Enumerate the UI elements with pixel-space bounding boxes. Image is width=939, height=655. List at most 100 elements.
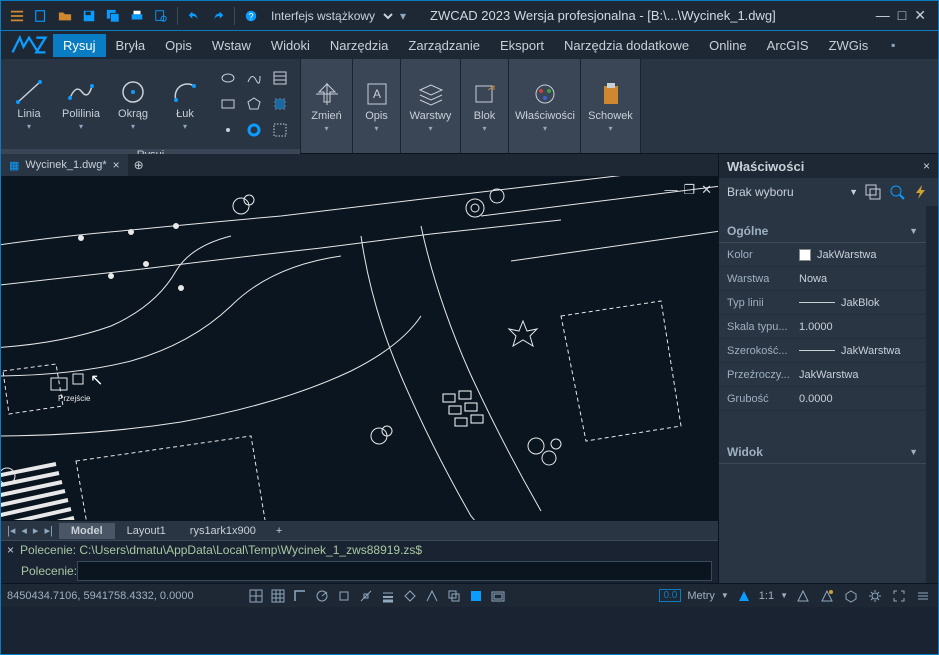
close-button[interactable]: ✕ [914, 7, 926, 24]
save-icon[interactable] [78, 5, 100, 27]
settings-icon[interactable] [866, 587, 884, 605]
tool-spline[interactable] [243, 67, 265, 89]
drawing-canvas[interactable]: — ❐ ✕ [1, 176, 718, 520]
panel-schowek[interactable]: Schowek▾ [585, 76, 636, 137]
cycle-icon[interactable] [445, 587, 463, 605]
layout-tab-rys1[interactable]: rys1ark1x900 [178, 523, 268, 539]
ann-vis-icon[interactable] [794, 587, 812, 605]
menu-wstaw[interactable]: Wstaw [202, 34, 261, 57]
properties-scrollbar[interactable] [926, 206, 938, 583]
osnap-icon[interactable] [335, 587, 353, 605]
menu-bryla[interactable]: Bryła [106, 34, 156, 57]
tool-region[interactable] [269, 93, 291, 115]
workspace-dropdown[interactable]: Interfejs wstążkowy [263, 6, 396, 26]
menu-online[interactable]: Online [699, 34, 757, 57]
tool-polygon[interactable] [243, 93, 265, 115]
tool-okrag[interactable]: Okrąg▾ [109, 74, 157, 135]
layout-last-icon[interactable]: ▸| [42, 524, 54, 537]
lwt-icon[interactable] [379, 587, 397, 605]
scale-label[interactable]: 1:1 [759, 590, 774, 602]
menu-zwgis[interactable]: ZWGis [819, 34, 879, 57]
menu-narzedzia-dodatkowe[interactable]: Narzędzia dodatkowe [554, 34, 699, 57]
prop-row-skala[interactable]: Skala typu...1.0000 [719, 315, 926, 339]
help-icon[interactable]: ? [240, 5, 262, 27]
menu-opis[interactable]: Opis [155, 34, 202, 57]
tool-hatch[interactable] [269, 67, 291, 89]
panel-warstwy[interactable]: Warstwy▾ [405, 76, 456, 137]
prop-row-warstwa[interactable]: WarstwaNowa [719, 267, 926, 291]
model-icon[interactable] [467, 587, 485, 605]
minimize-button[interactable]: — [876, 7, 890, 24]
menu-zarzadzanie[interactable]: Zarządzanie [398, 34, 490, 57]
properties-close-icon[interactable]: × [923, 159, 930, 173]
document-tab-add[interactable]: ⊕ [128, 158, 150, 172]
saveall-icon[interactable] [102, 5, 124, 27]
quickselect-icon[interactable] [864, 183, 882, 201]
units-label[interactable]: Metry [687, 590, 715, 602]
ann-scale-icon[interactable] [735, 587, 753, 605]
menu-widoki[interactable]: Widoki [261, 34, 320, 57]
app-logo-icon[interactable] [5, 31, 53, 59]
open-icon[interactable] [54, 5, 76, 27]
ducs-icon[interactable] [423, 587, 441, 605]
tool-more[interactable] [269, 119, 291, 141]
menu-eksport[interactable]: Eksport [490, 34, 554, 57]
print-icon[interactable] [126, 5, 148, 27]
panel-blok[interactable]: Blok▾ [465, 76, 504, 137]
panel-opis[interactable]: AOpis▾ [357, 76, 396, 137]
isoplane-icon[interactable] [842, 587, 860, 605]
command-input[interactable] [77, 561, 712, 581]
prop-row-kolor[interactable]: KolorJakWarstwa [719, 243, 926, 267]
tool-donut[interactable] [243, 119, 265, 141]
document-tab[interactable]: ▦ Wycinek_1.dwg* × [1, 154, 128, 176]
cmdline-close-icon[interactable]: × [7, 543, 20, 557]
tool-rect[interactable] [217, 93, 239, 115]
fullscreen-icon[interactable] [890, 587, 908, 605]
undo-icon[interactable] [183, 5, 205, 27]
tool-ellipse[interactable] [217, 67, 239, 89]
menu-narzedzia[interactable]: Narzędzia [320, 34, 399, 57]
prop-row-grubosc[interactable]: Grubość0.0000 [719, 387, 926, 411]
flash-icon[interactable] [912, 183, 930, 201]
chevron-down-icon[interactable]: ▼ [721, 591, 729, 600]
layout-first-icon[interactable]: |◂ [5, 524, 17, 537]
layout-tab-layout1[interactable]: Layout1 [115, 523, 178, 539]
menu-more-icon[interactable]: ▪ [882, 34, 904, 56]
prop-row-szerokosc[interactable]: Szerokość...JakWarstwa [719, 339, 926, 363]
chevron-down-icon[interactable]: ▼ [780, 591, 788, 600]
app-menu-icon[interactable] [6, 5, 28, 27]
redo-icon[interactable] [207, 5, 229, 27]
section-view[interactable]: Widok▼ [719, 441, 926, 464]
pickadd-icon[interactable] [888, 183, 906, 201]
section-general[interactable]: Ogólne▼ [719, 220, 926, 243]
layout-next-icon[interactable]: ▸ [31, 524, 41, 537]
maximize-button[interactable]: □ [898, 7, 906, 24]
grid-icon[interactable] [269, 587, 287, 605]
ann-auto-icon[interactable] [818, 587, 836, 605]
selection-dropdown[interactable]: Brak wyboru [727, 185, 843, 199]
otrack-icon[interactable] [357, 587, 375, 605]
snap-grid-icon[interactable] [247, 587, 265, 605]
new-icon[interactable] [30, 5, 52, 27]
tool-point[interactable] [217, 119, 239, 141]
panel-zmien[interactable]: Zmień▾ [305, 76, 348, 137]
document-tab-close[interactable]: × [113, 158, 120, 172]
layout-icon[interactable] [489, 587, 507, 605]
tool-linia[interactable]: Linia▾ [5, 74, 53, 135]
tool-polilinia[interactable]: Polilinia▾ [57, 74, 105, 135]
layout-tab-add[interactable]: + [268, 525, 290, 537]
ortho-icon[interactable] [291, 587, 309, 605]
menu-rysuj[interactable]: Rysuj [53, 34, 106, 57]
layout-tab-model[interactable]: Model [59, 523, 115, 539]
layout-prev-icon[interactable]: ◂ [19, 524, 29, 537]
chevron-down-icon[interactable]: ▼ [849, 187, 858, 197]
prop-row-typlinii[interactable]: Typ liniiJakBlok [719, 291, 926, 315]
tool-luk[interactable]: Łuk▾ [161, 74, 209, 135]
preview-icon[interactable] [150, 5, 172, 27]
menu-arcgis[interactable]: ArcGIS [757, 34, 819, 57]
polar-icon[interactable] [313, 587, 331, 605]
dyn-icon[interactable] [401, 587, 419, 605]
prop-row-przezroczystosc[interactable]: Przeźroczy...JakWarstwa [719, 363, 926, 387]
customization-icon[interactable] [914, 587, 932, 605]
panel-wlasciwosci[interactable]: Właściwości▾ [513, 76, 577, 137]
